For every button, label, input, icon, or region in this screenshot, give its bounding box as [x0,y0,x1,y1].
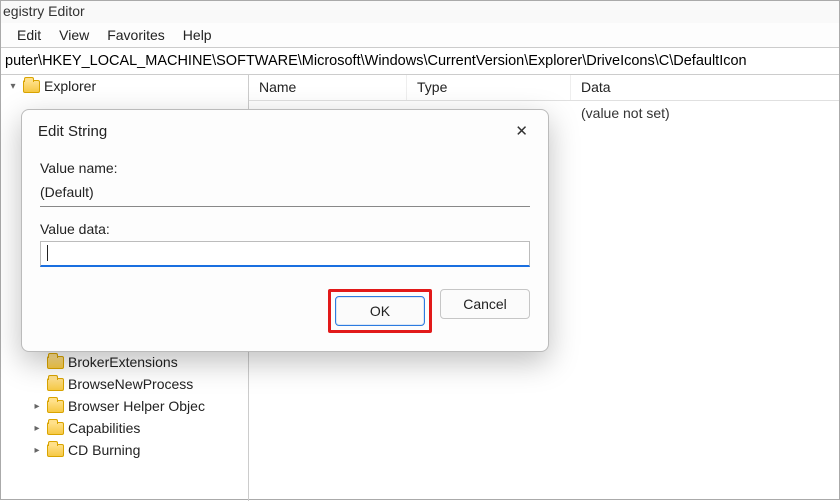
chevron-down-icon: ▾ [7,81,19,92]
tree-label: BrokerExtensions [68,354,178,370]
tree-item[interactable]: ▸ Capabilities [1,417,248,439]
window-titlebar: egistry Editor [1,1,839,23]
address-path: puter\HKEY_LOCAL_MACHINE\SOFTWARE\Micros… [5,53,747,69]
close-icon[interactable]: ✕ [509,120,534,142]
value-name-label: Value name: [40,160,530,176]
menu-edit[interactable]: Edit [17,27,41,43]
column-header-type[interactable]: Type [407,75,571,100]
chevron-right-icon: ▸ [31,401,43,412]
menu-favorites[interactable]: Favorites [107,27,165,43]
tree-label: CD Burning [68,442,140,458]
dialog-title: Edit String [38,123,107,140]
tree-item-explorer[interactable]: ▾ Explorer [1,75,248,97]
list-header: Name Type Data [249,75,839,101]
tree-label: BrowseNewProcess [68,376,193,392]
menu-bar: Edit View Favorites Help [1,23,839,47]
window-title: egistry Editor [1,3,85,19]
folder-icon [47,378,64,391]
dialog-button-row: OK Cancel [40,289,530,333]
tree-item[interactable]: BrowseNewProcess [1,373,248,395]
value-data-input[interactable] [40,241,530,267]
folder-icon [47,400,64,413]
column-header-name[interactable]: Name [249,75,407,100]
chevron-right-icon: ▸ [31,423,43,434]
chevron-right-icon: ▸ [31,445,43,456]
tree-item[interactable]: ▸ Browser Helper Objec [1,395,248,417]
dialog-titlebar: Edit String ✕ [22,110,548,148]
folder-icon [23,80,40,93]
cell-data: (value not set) [571,103,839,123]
annotation-highlight: OK [328,289,432,333]
menu-help[interactable]: Help [183,27,212,43]
value-name-field[interactable]: (Default) [40,180,530,207]
edit-string-dialog: Edit String ✕ Value name: (Default) Valu… [21,109,549,352]
tree-label: Browser Helper Objec [68,398,205,414]
address-bar[interactable]: puter\HKEY_LOCAL_MACHINE\SOFTWARE\Micros… [1,47,839,75]
value-data-label: Value data: [40,221,530,237]
column-header-data[interactable]: Data [571,75,839,100]
folder-icon [47,356,64,369]
ok-button[interactable]: OK [335,296,425,326]
menu-view[interactable]: View [59,27,89,43]
cancel-button[interactable]: Cancel [440,289,530,319]
tree-item[interactable]: ▸ CD Burning [1,439,248,461]
tree-label: Capabilities [68,420,140,436]
folder-icon [47,422,64,435]
tree-label: Explorer [44,78,96,94]
tree-item[interactable]: BrokerExtensions [1,351,248,373]
folder-icon [47,444,64,457]
